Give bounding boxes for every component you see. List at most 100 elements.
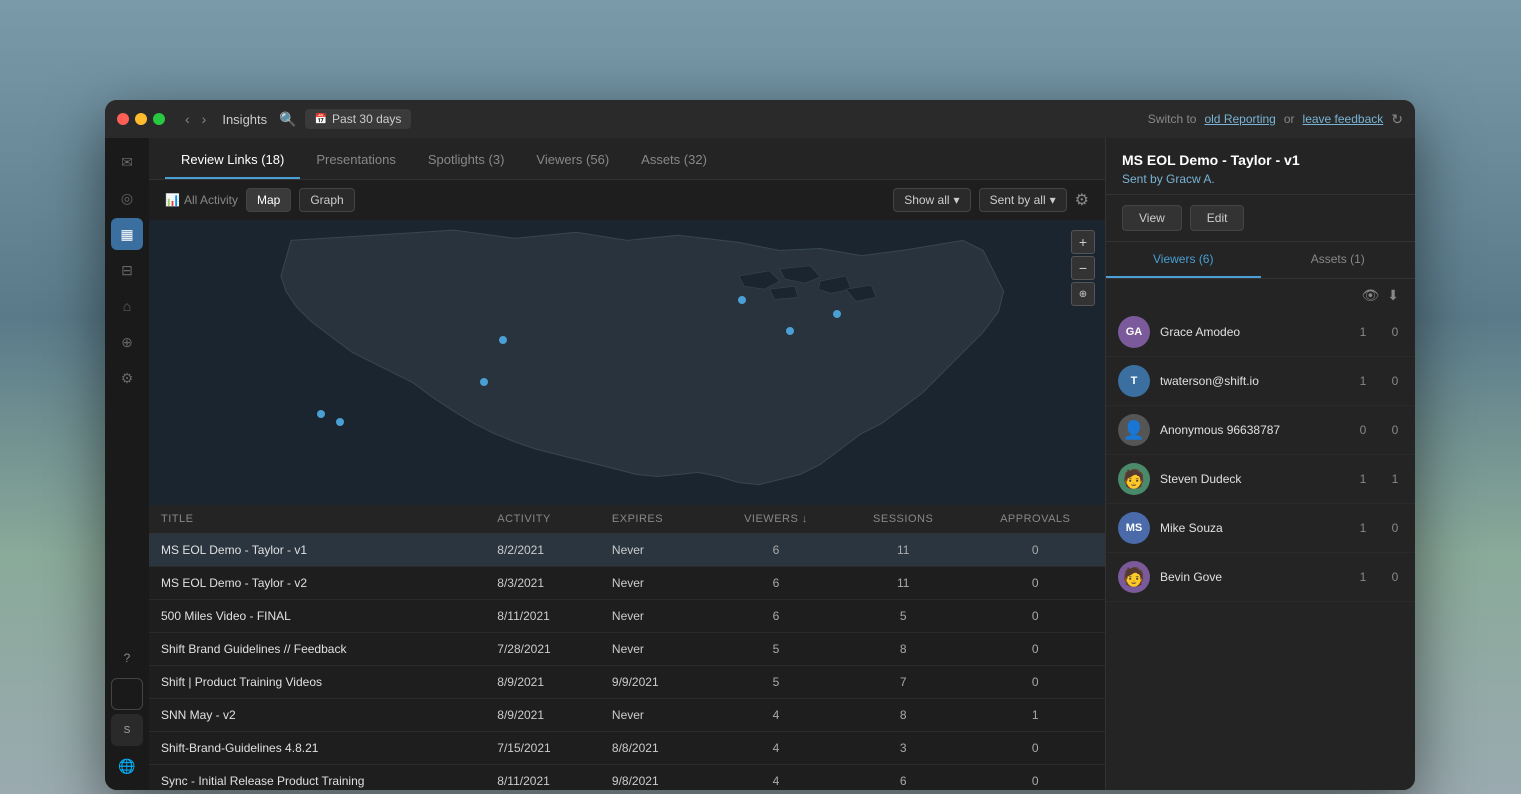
show-all-dropdown[interactable]: Show all ▾ (893, 188, 970, 212)
minimize-button[interactable] (135, 113, 147, 125)
panel-tabs: Viewers (6) Assets (1) (1106, 242, 1415, 279)
viewer-avatar: T (1118, 365, 1150, 397)
titlebar-right: Switch to old Reporting or leave feedbac… (1148, 111, 1403, 128)
table-row[interactable]: Sync - Initial Release Product Training … (149, 765, 1105, 791)
cell-title: Shift-Brand-Guidelines 4.8.21 (149, 732, 485, 765)
sent-by-text: Sent by (1122, 172, 1163, 186)
cell-sessions: 6 (841, 765, 966, 791)
maximize-button[interactable] (153, 113, 165, 125)
table-row[interactable]: Shift | Product Training Videos 8/9/2021… (149, 666, 1105, 699)
cell-viewers: 6 (711, 600, 841, 633)
sidebar-item-search[interactable]: ⊕ (111, 326, 143, 358)
eye-icon[interactable]: 👁 (1361, 287, 1379, 304)
zoom-out-button[interactable]: − (1071, 256, 1095, 280)
sidebar-item-blank[interactable] (111, 678, 143, 710)
forward-button[interactable]: › (198, 109, 211, 129)
main-panel: Review Links (18) Presentations Spotligh… (149, 138, 1105, 790)
cell-approvals: 0 (965, 600, 1105, 633)
cell-viewers: 4 (711, 765, 841, 791)
cell-expires: Never (600, 534, 711, 567)
sent-by-dropdown[interactable]: Sent by all ▾ (979, 188, 1067, 212)
map-dot-5 (480, 378, 488, 386)
panel-header: MS EOL Demo - Taylor - v1 Sent by Gracw … (1106, 138, 1415, 195)
cell-activity: 8/2/2021 (485, 534, 600, 567)
tab-presentations[interactable]: Presentations (300, 138, 412, 179)
tab-spotlights[interactable]: Spotlights (3) (412, 138, 521, 179)
search-button[interactable]: 🔍 (279, 111, 296, 128)
table-row[interactable]: MS EOL Demo - Taylor - v2 8/3/2021 Never… (149, 567, 1105, 600)
map-dot-6 (317, 410, 325, 418)
graph-view-button[interactable]: Graph (299, 188, 354, 212)
zoom-in-button[interactable]: + (1071, 230, 1095, 254)
refresh-button[interactable]: ↻ (1391, 111, 1403, 128)
col-title: TITLE (149, 505, 485, 534)
panel-tab-viewers[interactable]: Viewers (6) (1106, 242, 1261, 278)
right-panel: MS EOL Demo - Taylor - v1 Sent by Gracw … (1105, 138, 1415, 790)
viewer-counts: 1 1 (1355, 472, 1403, 486)
viewer-name: twaterson@shift.io (1160, 374, 1355, 388)
sidebar-item-settings[interactable]: ⚙ (111, 362, 143, 394)
cell-viewers: 5 (711, 633, 841, 666)
sidebar-item-share[interactable]: ◎ (111, 182, 143, 214)
viewer-counts: 1 0 (1355, 325, 1403, 339)
viewer-row[interactable]: 👤 Anonymous 96638787 0 0 (1106, 406, 1415, 455)
sidebar-item-globe[interactable]: 🌐 (111, 750, 143, 782)
table-row[interactable]: 500 Miles Video - FINAL 8/11/2021 Never … (149, 600, 1105, 633)
sidebar-item-shift[interactable]: S (111, 714, 143, 746)
tab-viewers[interactable]: Viewers (56) (520, 138, 625, 179)
reset-view-button[interactable]: ⊕ (1071, 282, 1095, 306)
viewer-row[interactable]: GA Grace Amodeo 1 0 (1106, 308, 1415, 357)
table-row[interactable]: SNN May - v2 8/9/2021 Never 4 8 1 (149, 699, 1105, 732)
table-row[interactable]: Shift Brand Guidelines // Feedback 7/28/… (149, 633, 1105, 666)
viewer-row[interactable]: 🧑 Steven Dudeck 1 1 (1106, 455, 1415, 504)
cell-sessions: 8 (841, 699, 966, 732)
cell-sessions: 5 (841, 600, 966, 633)
map-dot-4 (786, 327, 794, 335)
viewer-avatar: 🧑 (1118, 561, 1150, 593)
view-button[interactable]: View (1122, 205, 1182, 231)
sidebar-item-home[interactable]: ⌂ (111, 290, 143, 322)
cell-approvals: 0 (965, 765, 1105, 791)
viewer-downloads: 0 (1387, 521, 1403, 535)
cell-approvals: 0 (965, 567, 1105, 600)
sidebar-item-library[interactable]: ⊟ (111, 254, 143, 286)
controls-right: Show all ▾ Sent by all ▾ ⚙ (893, 188, 1089, 212)
cell-activity: 8/11/2021 (485, 600, 600, 633)
cell-activity: 8/9/2021 (485, 699, 600, 732)
cell-approvals: 0 (965, 666, 1105, 699)
chevron-down-icon: ▾ (954, 193, 960, 207)
tab-review-links[interactable]: Review Links (18) (165, 138, 300, 179)
col-sessions: SESSIONS (841, 505, 966, 534)
viewer-counts: 1 0 (1355, 521, 1403, 535)
panel-tab-assets[interactable]: Assets (1) (1261, 242, 1416, 278)
back-button[interactable]: ‹ (181, 109, 194, 129)
close-button[interactable] (117, 113, 129, 125)
sidebar-item-mail[interactable]: ✉ (111, 146, 143, 178)
viewer-row[interactable]: 🧑 Bevin Gove 1 0 (1106, 553, 1415, 602)
map-view-button[interactable]: Map (246, 188, 291, 212)
filter-button[interactable]: ⚙ (1075, 190, 1089, 210)
table-row[interactable]: Shift-Brand-Guidelines 4.8.21 7/15/2021 … (149, 732, 1105, 765)
viewer-sessions: 1 (1355, 472, 1371, 486)
viewer-avatar: 👤 (1118, 414, 1150, 446)
tab-assets[interactable]: Assets (32) (625, 138, 723, 179)
cell-viewers: 5 (711, 666, 841, 699)
col-expires: EXPIRES (600, 505, 711, 534)
map-dot-3 (833, 310, 841, 318)
cell-title: MS EOL Demo - Taylor - v1 (149, 534, 485, 567)
sidebar-item-analytics[interactable]: ▦ (111, 218, 143, 250)
viewer-row[interactable]: T twaterson@shift.io 1 0 (1106, 357, 1415, 406)
panel-tab-icons: 👁 ⬇ (1106, 279, 1415, 308)
sidebar-item-help[interactable]: ? (111, 642, 143, 674)
table-row[interactable]: MS EOL Demo - Taylor - v1 8/2/2021 Never… (149, 534, 1105, 567)
feedback-link[interactable]: leave feedback (1303, 112, 1384, 126)
date-range-badge[interactable]: 📅 Past 30 days (305, 109, 412, 129)
viewer-name: Grace Amodeo (1160, 325, 1355, 339)
old-reporting-link[interactable]: old Reporting (1204, 112, 1275, 126)
edit-button[interactable]: Edit (1190, 205, 1245, 231)
viewer-downloads: 1 (1387, 472, 1403, 486)
download-icon[interactable]: ⬇ (1387, 287, 1399, 304)
viewer-row[interactable]: MS Mike Souza 1 0 (1106, 504, 1415, 553)
cell-viewers: 6 (711, 534, 841, 567)
map-dot-1 (499, 336, 507, 344)
